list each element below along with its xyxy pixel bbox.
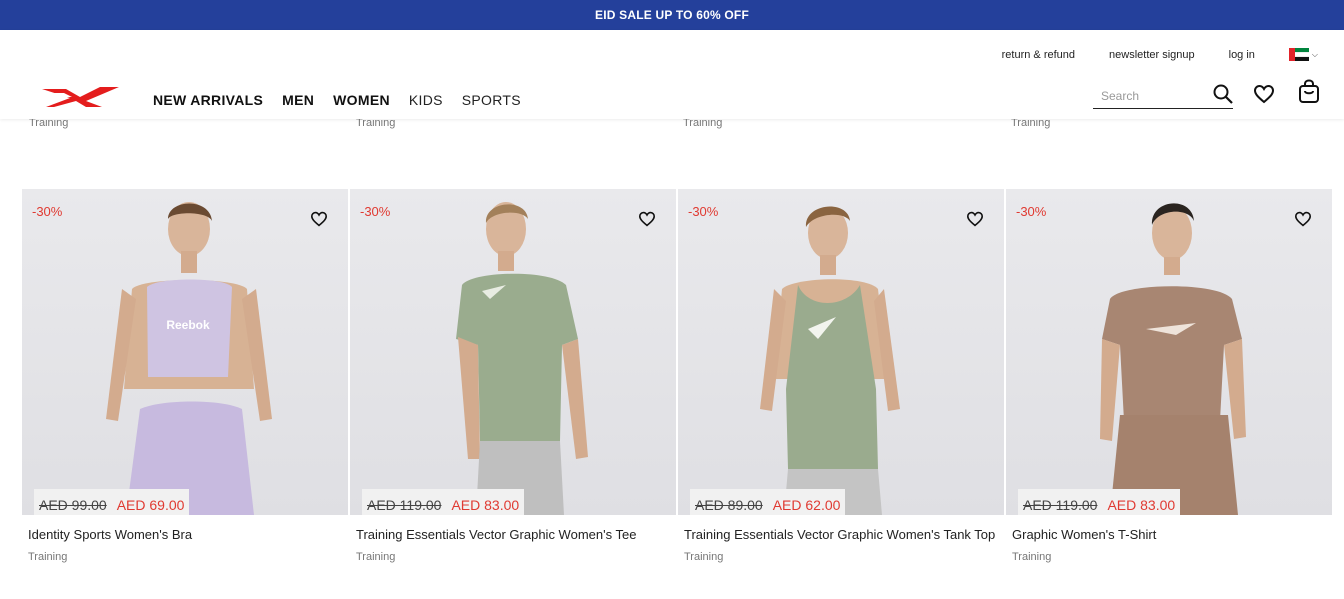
product-card[interactable]: Reebok -30% AED 99.00 AED 69.00 Identity… — [22, 189, 348, 563]
return-refund-link[interactable]: return & refund — [1002, 49, 1075, 61]
product-image[interactable]: -30% AED 119.00 AED 83.00 — [1006, 189, 1332, 515]
product-name[interactable]: Graphic Women's T-Shirt — [1012, 527, 1332, 542]
price-box: AED 119.00 AED 83.00 — [1018, 489, 1181, 515]
product-category: Training — [28, 551, 68, 563]
nav-new-arrivals[interactable]: NEW ARRIVALS — [153, 92, 263, 108]
sale-price: AED 83.00 — [451, 497, 520, 513]
country-selector[interactable]: ⌵ — [1288, 48, 1318, 62]
sale-price: AED 62.00 — [772, 497, 841, 513]
newsletter-signup-link[interactable]: newsletter signup — [1109, 49, 1195, 61]
search-icon[interactable] — [1213, 84, 1233, 109]
old-price: AED 119.00 — [367, 497, 442, 513]
wishlist-heart-icon[interactable] — [966, 211, 984, 232]
site-header: return & refund newsletter signup log in… — [0, 30, 1344, 119]
discount-badge: -30% — [1016, 204, 1047, 219]
shopping-bag-icon[interactable] — [1298, 79, 1320, 108]
price-box: AED 99.00 AED 69.00 — [34, 489, 190, 515]
product-grid: Reebok -30% AED 99.00 AED 69.00 Identity… — [22, 189, 1332, 563]
price-box: AED 119.00 AED 83.00 — [362, 489, 525, 515]
discount-badge: -30% — [360, 204, 391, 219]
product-image[interactable]: -30% AED 119.00 AED 83.00 — [350, 189, 676, 515]
product-image[interactable]: Reebok -30% AED 99.00 AED 69.00 — [22, 189, 348, 515]
old-price: AED 99.00 — [39, 497, 107, 513]
sale-price: AED 69.00 — [116, 497, 185, 513]
wishlist-heart-icon[interactable] — [638, 211, 656, 232]
sale-price: AED 83.00 — [1107, 497, 1176, 513]
login-link[interactable]: log in — [1229, 49, 1255, 61]
chevron-down-icon: ⌵ — [1311, 49, 1318, 59]
garment-logo-text: Reebok — [166, 318, 210, 332]
product-category: Training — [1012, 551, 1052, 563]
old-price: AED 89.00 — [695, 497, 763, 513]
nav-kids[interactable]: KIDS — [409, 92, 443, 108]
wishlist-heart-icon[interactable] — [1294, 211, 1312, 232]
model-photo — [1100, 203, 1246, 515]
product-name[interactable]: Training Essentials Vector Graphic Women… — [356, 527, 676, 542]
model-photo — [456, 202, 588, 515]
search-input[interactable] — [1093, 89, 1203, 103]
product-category: Training — [356, 551, 396, 563]
promo-bar[interactable]: EID SALE UP TO 60% OFF — [0, 0, 1344, 30]
model-photo: Reebok — [106, 202, 272, 515]
price-box: AED 89.00 AED 62.00 — [690, 489, 846, 515]
nav-sports[interactable]: SPORTS — [462, 92, 521, 108]
product-card[interactable]: -30% AED 89.00 AED 62.00 Training Essent… — [678, 189, 1004, 563]
reebok-logo[interactable] — [40, 85, 120, 114]
discount-badge: -30% — [32, 204, 63, 219]
wishlist-heart-icon[interactable] — [310, 211, 328, 232]
search-bar — [1093, 84, 1233, 109]
nav-women[interactable]: WOMEN — [333, 92, 390, 108]
model-photo — [760, 206, 900, 515]
product-image[interactable]: -30% AED 89.00 AED 62.00 — [678, 189, 1004, 515]
uae-flag-icon — [1288, 48, 1309, 62]
wishlist-heart-icon[interactable] — [1253, 84, 1275, 109]
discount-badge: -30% — [688, 204, 719, 219]
utility-links: return & refund newsletter signup log in… — [968, 48, 1318, 62]
product-card[interactable]: -30% AED 119.00 AED 83.00 Graphic Women'… — [1006, 189, 1332, 563]
product-name[interactable]: Training Essentials Vector Graphic Women… — [684, 527, 1004, 542]
product-card[interactable]: -30% AED 119.00 AED 83.00 Training Essen… — [350, 189, 676, 563]
old-price: AED 119.00 — [1023, 497, 1098, 513]
main-nav: NEW ARRIVALS MEN WOMEN KIDS SPORTS — [153, 92, 521, 108]
product-name[interactable]: Identity Sports Women's Bra — [28, 527, 348, 542]
product-category: Training — [684, 551, 724, 563]
promo-text[interactable]: EID SALE UP TO 60% OFF — [595, 8, 749, 22]
nav-men[interactable]: MEN — [282, 92, 314, 108]
